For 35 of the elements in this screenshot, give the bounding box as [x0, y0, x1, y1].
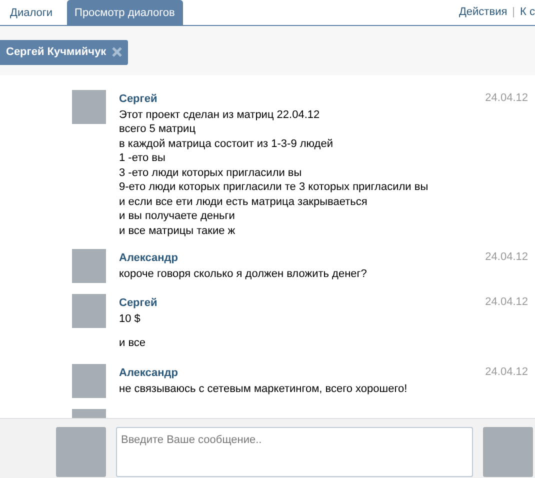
- message-text: и все: [119, 336, 147, 350]
- author-name[interactable]: Сергей: [119, 296, 486, 310]
- message-text: 1 -ето вы: [119, 151, 166, 166]
- message-text: 9-ето люди которых пригласили те 3 которых пригласили вы: [119, 180, 430, 194]
- avatar-photo-placeholder: [72, 90, 106, 124]
- avatar-photo-placeholder: [72, 249, 106, 283]
- message-date: 24.04.12: [485, 90, 528, 106]
- avatar-photo-placeholder: [56, 427, 106, 477]
- message-date: 24.04.12: [485, 250, 528, 265]
- message-input-field[interactable]: Введите Ваше сообщение..: [116, 427, 473, 477]
- author-name[interactable]: Александр: [119, 366, 486, 380]
- message-text: и все матрицы такие ж: [119, 224, 236, 238]
- message-text: Этот проект сделан из матриц 22.04.12: [119, 108, 321, 122]
- author-name[interactable]: Сергей: [119, 92, 486, 106]
- tab[interactable]: Диалоги: [2, 0, 61, 25]
- recipient-name: Сергей Кучмийчук: [6, 45, 106, 60]
- message-text: и если все ети люди есть матрица закрываеться: [119, 194, 368, 209]
- message-text: 10 $: [119, 312, 142, 326]
- avatar-photo-placeholder: [72, 294, 106, 328]
- message-text: короче говоря сколько я должен вложить денег?: [119, 267, 368, 282]
- tab[interactable]: Просмотр диалогов: [66, 0, 183, 25]
- message-text: не связываюсь с сетевым маркетингом, всего хорошего!: [119, 382, 408, 396]
- message-text: и вы получаете деньги: [119, 209, 236, 224]
- message-date: 24.04.12: [485, 295, 528, 310]
- message-text: всего 5 матриц: [119, 122, 196, 136]
- avatar-photo-placeholder: [72, 364, 106, 398]
- separator-text: |: [512, 4, 516, 20]
- message-text: 3 -ето люди которых пригласили вы: [119, 166, 303, 180]
- avatar-photo-placeholder: [483, 427, 533, 477]
- message-text: в каждой матрица состоит из 1-3-9 людей: [119, 136, 334, 151]
- action-link[interactable]: К с: [520, 4, 535, 20]
- author-name[interactable]: Александр: [119, 251, 486, 265]
- action-link[interactable]: Действия: [458, 4, 508, 20]
- message-date: 24.04.12: [485, 364, 528, 380]
- close-icon[interactable]: [112, 47, 122, 58]
